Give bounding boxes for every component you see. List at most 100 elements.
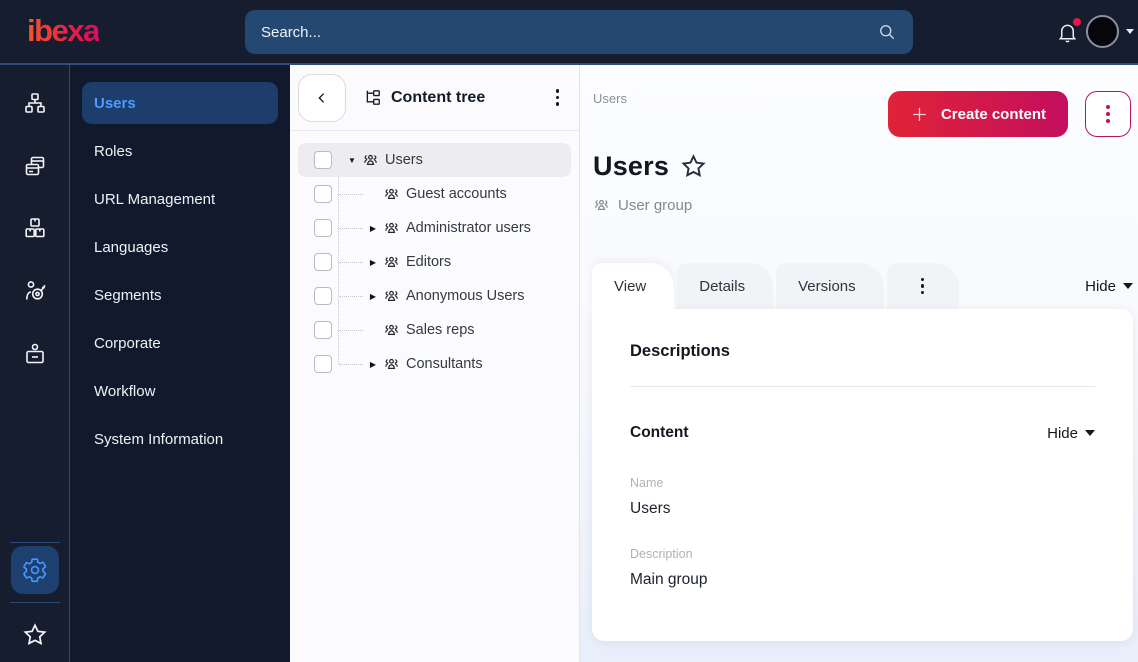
tree-row[interactable]: Consultants [298, 347, 571, 381]
notifications-button[interactable] [1056, 18, 1081, 46]
user-group-icon [385, 358, 398, 369]
sidebar-item-label: Segments [94, 286, 162, 304]
tree-connector [339, 329, 363, 331]
badge-icon[interactable] [23, 342, 47, 366]
pages-icon[interactable] [23, 154, 47, 178]
collapse-tree-button[interactable] [298, 73, 346, 122]
tree-row-checkbox[interactable] [314, 151, 332, 169]
sidebar-item-label: Languages [94, 238, 169, 256]
breadcrumb[interactable]: Users [593, 91, 627, 106]
tree-options-kebab-icon[interactable] [550, 83, 566, 112]
hide-label: Hide [1085, 277, 1116, 295]
sidebar-item[interactable]: Roles [82, 130, 278, 172]
tree-connector [339, 261, 363, 263]
tab-label: View [614, 277, 647, 295]
tree-row-checkbox[interactable] [314, 287, 332, 305]
tree-row[interactable]: Guest accounts [298, 177, 571, 211]
kebab-icon [1100, 99, 1116, 129]
sitemap-icon[interactable] [23, 91, 47, 115]
tree-row-checkbox[interactable] [314, 355, 332, 373]
tree-row-checkbox[interactable] [314, 321, 332, 339]
plus-icon [913, 107, 926, 121]
fields-list: Name Users Description Main group [630, 476, 1095, 589]
sidebar-item[interactable]: Workflow [82, 370, 278, 412]
tree-row-checkbox[interactable] [314, 219, 332, 237]
user-group-icon [385, 324, 398, 335]
tree-row[interactable]: Users [298, 143, 571, 177]
ibexa-logo[interactable]: ibexa [27, 13, 100, 49]
card-divider [630, 386, 1095, 387]
rail-divider [10, 542, 60, 543]
card-section-title: Descriptions [630, 342, 730, 360]
tree-row[interactable]: Anonymous Users [298, 279, 571, 313]
sidebar-item[interactable]: URL Management [82, 178, 278, 220]
sidebar-item[interactable]: Corporate [82, 322, 278, 364]
chevron-left-icon [318, 92, 325, 103]
field-value: Users [630, 500, 671, 517]
tab[interactable]: View [592, 263, 675, 309]
tab[interactable]: Versions [776, 263, 884, 309]
field-label: Name [630, 476, 664, 490]
content-tree-header: Content tree [290, 65, 579, 131]
search-bar[interactable]: Search... [245, 10, 913, 54]
bookmark-star-icon[interactable] [680, 153, 707, 180]
tree-expand-arrow-icon[interactable] [344, 156, 360, 165]
hide-page-sections-toggle[interactable]: Hide [1085, 278, 1133, 295]
tree-expand-arrow-icon[interactable] [365, 258, 381, 267]
tabs-overflow-kebab-button[interactable] [886, 263, 959, 309]
tree-connector [339, 193, 363, 195]
topbar: ibexa Search... [0, 0, 1138, 65]
tab-label: Details [699, 277, 746, 295]
tree-row-label: Editors [406, 254, 452, 270]
tree-connector [339, 227, 363, 229]
tree-row[interactable]: Sales reps [298, 313, 571, 347]
main-nav-rail [0, 65, 70, 662]
sidebar-item[interactable]: System Information [82, 418, 278, 460]
bookmarks-star-icon[interactable] [22, 622, 48, 648]
rail-divider [10, 602, 60, 603]
create-content-label: Create content [940, 105, 1046, 123]
content-tree-panel: Content tree Users [290, 65, 580, 662]
field-label: Description [630, 547, 693, 561]
user-group-icon [595, 199, 608, 210]
notification-dot [1073, 18, 1081, 26]
tree-expand-arrow-icon[interactable] [365, 224, 381, 233]
sidebar-item-label: Workflow [94, 382, 156, 400]
sidebar-item[interactable]: Segments [82, 274, 278, 316]
settings-button[interactable] [11, 546, 59, 594]
sidebar-item-label: Corporate [94, 334, 161, 352]
user-group-icon [385, 256, 398, 267]
tree-row-label: Sales reps [406, 322, 475, 338]
tree-connector [339, 363, 363, 365]
tab[interactable]: Details [677, 263, 774, 309]
tree-expand-arrow-icon[interactable] [365, 292, 381, 301]
tree-row-checkbox[interactable] [314, 185, 332, 203]
content-tree: Users Guest accounts [290, 143, 579, 381]
tree-row-checkbox[interactable] [314, 253, 332, 271]
sidebar-item[interactable]: Users [82, 82, 278, 124]
tree-row-label: Anonymous Users [406, 288, 525, 304]
user-group-icon [385, 188, 398, 199]
hide-content-section-toggle[interactable]: Hide [1047, 425, 1095, 442]
tabs-list: View Details Versions [592, 263, 887, 309]
settings-gear-icon [23, 558, 47, 583]
content-type-badge: User group [593, 197, 692, 214]
tree-row[interactable]: Administrator users [298, 211, 571, 245]
page-actions-kebab-button[interactable] [1085, 91, 1131, 137]
card-subsection-title: Content [630, 424, 689, 441]
sidebar-item-label: URL Management [94, 190, 216, 208]
personalization-target-icon[interactable] [23, 279, 47, 303]
tree-connector [339, 295, 363, 297]
tree-row[interactable]: Editors [298, 245, 571, 279]
tree-expand-arrow-icon[interactable] [365, 360, 381, 369]
boxes-icon[interactable] [23, 216, 47, 240]
sidebar-item[interactable]: Languages [82, 226, 278, 268]
user-menu-caret-icon[interactable] [1126, 29, 1134, 34]
field-value: Main group [630, 571, 708, 588]
kebab-icon [915, 272, 931, 301]
search-placeholder: Search... [261, 23, 322, 41]
tabs-bar: View Details Versions Hide [592, 263, 1133, 309]
user-avatar[interactable] [1086, 15, 1119, 48]
content-tree-title: Content tree [391, 88, 486, 106]
create-content-button[interactable]: Create content [887, 91, 1068, 137]
